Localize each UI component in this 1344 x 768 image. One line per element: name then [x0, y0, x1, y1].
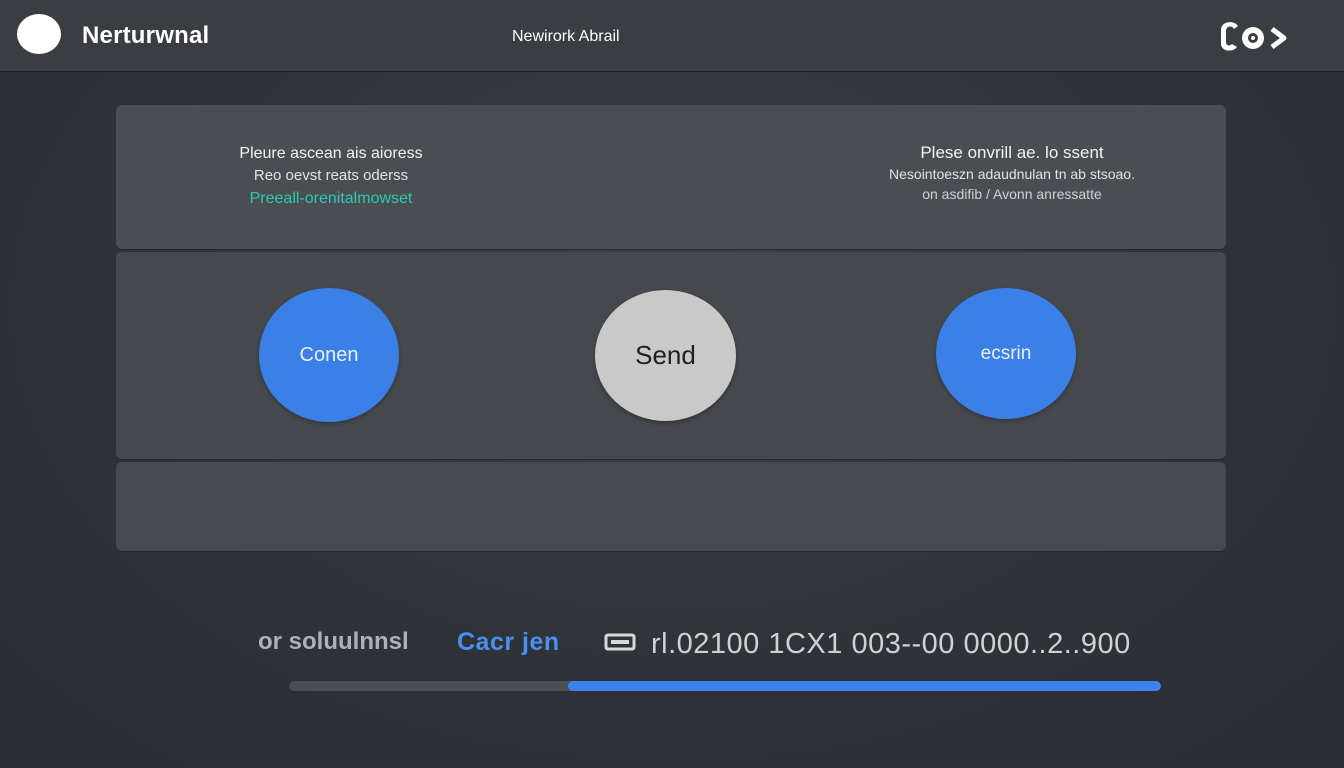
message-panel: Pleure ascean ais aioress Reo oevst reat… — [116, 105, 1226, 249]
right-message-line-1: Plese onvrill ae. lo ssent — [920, 143, 1104, 162]
action-button[interactable]: ecsrin — [936, 288, 1076, 419]
status-label: or soluulnnsl — [258, 628, 409, 655]
status-link[interactable]: Cacr jen — [457, 628, 560, 657]
action-panel: Conen Send ecsrin — [116, 252, 1226, 459]
left-message: Pleure ascean ais aioress Reo oevst reat… — [226, 143, 436, 210]
connect-button[interactable]: Conen — [259, 288, 399, 422]
app-title: Nerturwnal — [82, 22, 210, 49]
right-message-line-3: on asdifib / Avonn anressatte — [922, 186, 1102, 202]
left-message-line-1: Pleure ascean ais aioress — [239, 145, 423, 162]
keyboard-icon — [604, 633, 636, 656]
right-message-line-2: Nesointoeszn adaudnulan tn ab stsoao. — [889, 166, 1135, 182]
left-message-link[interactable]: Preeall-orenitalmowset — [226, 188, 436, 210]
camera-icon[interactable] — [1240, 26, 1266, 55]
status-row: or soluulnnsl Cacr jen rl.02100 1CX1 003… — [258, 628, 1188, 662]
window-title: Newirork Abrail — [512, 28, 620, 45]
avatar[interactable] — [17, 14, 61, 54]
progress-bar — [289, 681, 1161, 691]
empty-panel — [116, 462, 1226, 551]
send-button[interactable]: Send — [595, 290, 736, 421]
left-message-line-2: Reo oevst reats oderss — [253, 167, 409, 184]
top-bar: Nerturwnal Newirork Abrail — [0, 0, 1344, 72]
chevron-right-icon[interactable] — [1268, 26, 1288, 55]
progress-fill — [568, 681, 1161, 691]
status-value: rl.02100 1CX1 003--00 0000..2..900 — [651, 628, 1131, 660]
right-message: Plese onvrill ae. lo ssent Nesointoeszn … — [856, 142, 1168, 203]
